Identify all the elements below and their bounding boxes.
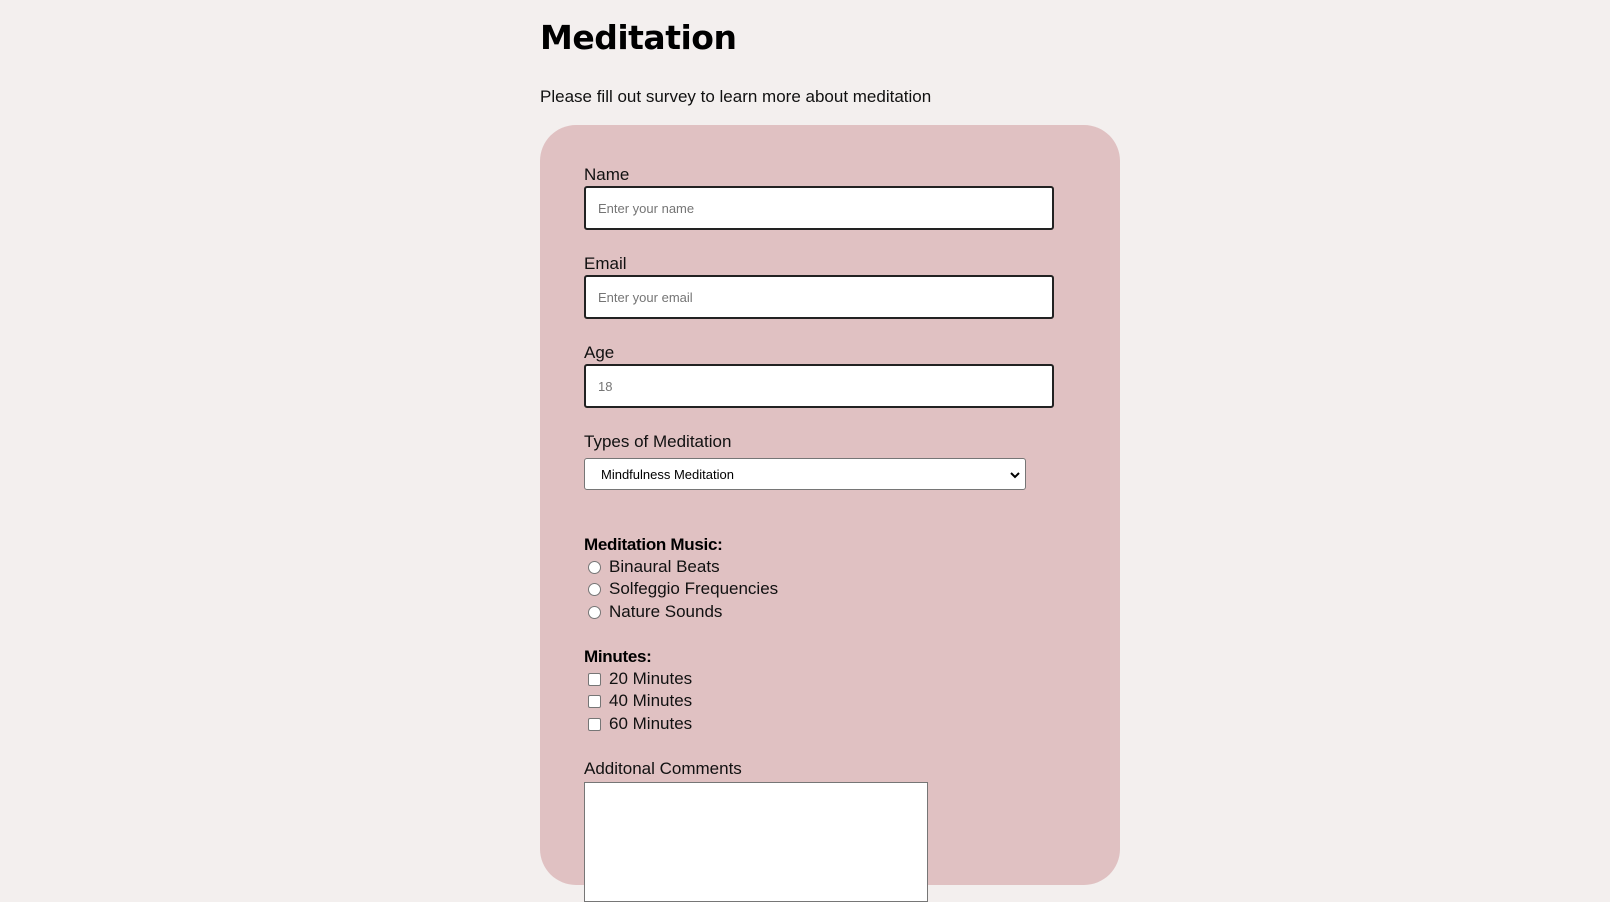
minutes-option-label: 60 Minutes <box>609 714 693 733</box>
page-description: Please fill out survey to learn more abo… <box>540 87 932 106</box>
chevron-down-icon <box>1010 472 1020 479</box>
comments-label: Additonal Comments <box>584 759 742 778</box>
music-option-solfeggio[interactable]: Solfeggio Frequencies <box>588 578 778 600</box>
minutes-option-label: 40 Minutes <box>609 691 693 710</box>
radio-button[interactable] <box>588 582 601 596</box>
page-title: Meditation <box>540 18 737 57</box>
music-option-label: Nature Sounds <box>609 602 723 621</box>
radio-button[interactable] <box>588 605 601 619</box>
music-option-label: Binaural Beats <box>609 557 720 576</box>
meditation-type-label: Types of Meditation <box>584 432 732 451</box>
comments-textarea[interactable] <box>584 782 928 902</box>
email-label: Email <box>584 254 627 273</box>
minutes-title: Minutes: <box>584 647 652 666</box>
minutes-option-label: 20 Minutes <box>609 669 693 688</box>
music-option-binaural[interactable]: Binaural Beats <box>588 556 720 578</box>
minutes-option-40[interactable]: 40 Minutes <box>588 690 692 712</box>
minutes-option-60[interactable]: 60 Minutes <box>588 713 692 735</box>
minutes-option-20[interactable]: 20 Minutes <box>588 668 692 690</box>
music-option-label: Solfeggio Frequencies <box>609 579 779 598</box>
meditation-type-selected: Mindfulness Meditation <box>601 467 734 482</box>
meditation-music-title: Meditation Music: <box>584 535 723 554</box>
email-input[interactable] <box>584 275 1054 319</box>
checkbox[interactable] <box>588 694 601 708</box>
age-input[interactable] <box>584 364 1054 408</box>
checkbox[interactable] <box>588 672 601 686</box>
meditation-type-select[interactable]: Mindfulness Meditation <box>584 458 1026 490</box>
survey-form: Name Email Age Types of Meditation Mindf… <box>540 125 1120 902</box>
checkbox[interactable] <box>588 717 601 731</box>
age-label: Age <box>584 343 615 362</box>
radio-button[interactable] <box>588 560 601 574</box>
name-input[interactable] <box>584 186 1054 230</box>
music-option-nature[interactable]: Nature Sounds <box>588 601 722 623</box>
name-label: Name <box>584 165 630 184</box>
